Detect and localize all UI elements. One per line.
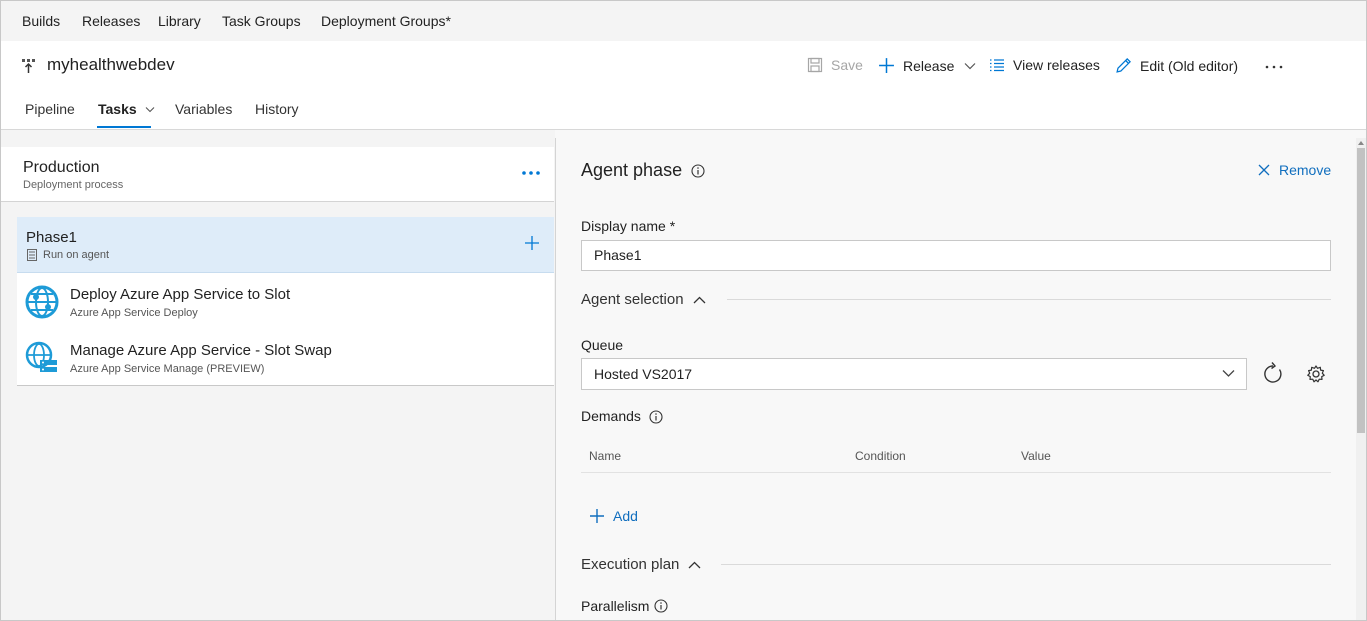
task-subtitle: Azure App Service Deploy (70, 307, 198, 319)
execution-plan-section-toggle[interactable]: Execution plan (581, 556, 701, 573)
definition-title: myhealthwebdev (47, 55, 175, 74)
stage-name: Production (23, 159, 100, 176)
save-button[interactable]: Save (807, 57, 863, 73)
release-button[interactable]: Release (878, 57, 976, 74)
queue-dropdown[interactable]: Hosted VS2017 (581, 358, 1247, 390)
task-row[interactable]: Manage Azure App Service - Slot Swap Azu… (17, 329, 554, 385)
chevron-up-icon (688, 561, 701, 568)
hub-nav-deployment-groups[interactable]: Deployment Groups* (321, 13, 451, 29)
queue-label: Queue (581, 337, 624, 353)
task-row[interactable]: Deploy Azure App Service to Slot Azure A… (17, 273, 554, 329)
definition-header: myhealthwebdev Save Release View release… (1, 41, 1366, 130)
info-icon[interactable] (691, 164, 705, 178)
stage-more-icon[interactable] (521, 169, 541, 177)
azure-app-service-icon (25, 285, 59, 319)
demands-column-condition: Condition (855, 449, 906, 463)
save-icon (807, 57, 823, 73)
task-name: Manage Azure App Service - Slot Swap (70, 342, 332, 359)
demands-table-divider (581, 472, 1331, 473)
task-list: Phase1 Run on agent Deploy Azure App Ser… (17, 217, 554, 386)
view-releases-button[interactable]: View releases (989, 57, 1100, 73)
add-demand-label: Add (613, 508, 638, 524)
edit-old-editor-button[interactable]: Edit (Old editor) (1115, 57, 1238, 74)
section-divider (727, 299, 1331, 300)
close-icon (1258, 164, 1270, 176)
task-subtitle: Azure App Service Manage (PREVIEW) (70, 363, 265, 375)
plus-icon (590, 509, 604, 523)
tab-history[interactable]: History (255, 101, 299, 117)
add-task-icon[interactable] (524, 235, 540, 251)
execution-plan-heading: Execution plan (581, 556, 680, 573)
more-actions-icon[interactable] (1265, 65, 1283, 69)
chevron-down-icon (964, 62, 976, 69)
panel-title: Agent phase (581, 160, 683, 180)
phase-name: Phase1 (26, 229, 77, 246)
edit-old-editor-label: Edit (Old editor) (1140, 57, 1239, 74)
release-editor-window: Builds Releases Library Task Groups Depl… (0, 0, 1367, 621)
active-tab-indicator (97, 126, 151, 128)
hub-nav-releases[interactable]: Releases (82, 13, 140, 29)
plus-icon (879, 58, 894, 73)
demands-column-value: Value (1021, 449, 1051, 463)
tab-pipeline[interactable]: Pipeline (25, 101, 75, 117)
stage-subtitle: Deployment process (23, 179, 124, 191)
pencil-icon (1116, 58, 1131, 73)
refresh-icon[interactable] (1257, 358, 1289, 390)
hub-nav-task-groups[interactable]: Task Groups (222, 13, 301, 29)
details-scrollbar[interactable] (1356, 138, 1366, 620)
tab-tasks[interactable]: Tasks (98, 101, 155, 117)
chevron-up-icon (693, 296, 706, 303)
chevron-down-icon (145, 107, 154, 113)
demands-column-name: Name (589, 449, 622, 463)
release-button-label: Release (903, 57, 955, 74)
parallelism-label: Parallelism (581, 598, 650, 614)
display-name-field[interactable] (581, 240, 1331, 271)
agent-selection-heading: Agent selection (581, 291, 684, 308)
view-releases-label: View releases (1013, 57, 1100, 73)
remove-phase-button[interactable]: Remove (1258, 162, 1331, 178)
queue-selected-value: Hosted VS2017 (594, 366, 693, 382)
display-name-input[interactable] (594, 247, 1314, 263)
release-definition-icon (22, 59, 35, 73)
phase-subtitle: Run on agent (43, 249, 110, 261)
list-icon (990, 59, 1004, 72)
chevron-down-icon (1222, 370, 1235, 377)
info-icon[interactable] (649, 410, 663, 424)
hub-nav-builds[interactable]: Builds (22, 13, 60, 29)
gear-icon[interactable] (1300, 358, 1332, 390)
add-demand-button[interactable]: Add (589, 508, 638, 524)
hub-nav-library[interactable]: Library (158, 13, 201, 29)
section-divider (721, 564, 1331, 565)
hub-nav: Builds Releases Library Task Groups Depl… (1, 1, 1366, 41)
scrollbar-thumb[interactable] (1357, 148, 1365, 433)
phase-row[interactable]: Phase1 Run on agent (17, 217, 554, 273)
tab-variables[interactable]: Variables (175, 101, 232, 117)
remove-label: Remove (1279, 162, 1332, 178)
info-icon[interactable] (654, 599, 668, 613)
agent-selection-section-toggle[interactable]: Agent selection (581, 291, 706, 308)
tab-tasks-label: Tasks (98, 101, 137, 117)
azure-app-service-manage-icon (25, 341, 57, 372)
server-icon (27, 249, 37, 261)
phase-details-panel: Agent phase Remove Display name * Agent … (555, 138, 1357, 620)
save-button-label: Save (831, 57, 863, 73)
scroll-up-arrow-icon[interactable] (1357, 139, 1365, 147)
demands-label: Demands (581, 408, 641, 424)
stage-header[interactable]: Production Deployment process (1, 147, 554, 202)
process-panel: Production Deployment process Phase1 Run… (1, 130, 555, 620)
display-name-label: Display name * (581, 218, 676, 234)
task-name: Deploy Azure App Service to Slot (70, 286, 291, 303)
